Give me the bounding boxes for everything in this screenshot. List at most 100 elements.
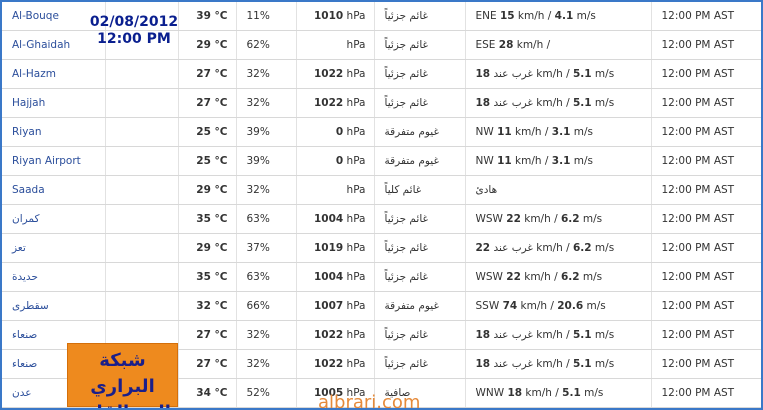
city-name[interactable]: حديدة xyxy=(2,262,106,292)
wind-kmh: 18 xyxy=(507,387,523,399)
condition: غائم جزئياً xyxy=(374,88,466,118)
observation-time: 12:00 PM AST xyxy=(651,291,761,321)
wind-ms: 5.1 xyxy=(572,68,592,80)
condition: غيوم متفرقة xyxy=(374,117,466,147)
condition: غائم جزئياً xyxy=(374,233,466,263)
humidity: 63% xyxy=(236,204,297,234)
table-row: Riyan 25 °C 39% 0 hPa غيوم متفرقة NW 11 km/h … xyxy=(2,117,761,147)
pressure: 1022 hPa xyxy=(296,59,375,89)
wind: NW 11 km/h / 3.1 m/s xyxy=(465,146,652,176)
humidity: 66% xyxy=(236,291,297,321)
pressure: 1022 hPa xyxy=(296,88,375,118)
wind-direction: NW xyxy=(475,155,494,167)
spacer-cell xyxy=(105,59,179,89)
wind-kmh: 11 xyxy=(497,126,512,138)
pressure: 0 hPa xyxy=(296,117,375,147)
pressure: 1022 hPa xyxy=(296,320,375,350)
observation-time: 12:00 PM AST xyxy=(651,320,761,350)
wind-kmh: 22 xyxy=(475,242,491,254)
humidity: 39% xyxy=(236,146,297,176)
observation-time: 12:00 PM AST xyxy=(651,59,761,89)
city-name[interactable]: كمران xyxy=(2,204,106,234)
stamp-time: 12:00 PM xyxy=(97,31,171,47)
city-name[interactable]: Riyan xyxy=(2,117,106,147)
temperature: 27 °C xyxy=(178,59,237,89)
wind-kmh: 11 xyxy=(497,155,512,167)
wind-direction: غرب عند xyxy=(493,358,533,370)
pressure: 1007 hPa xyxy=(296,291,375,321)
wind-kmh: 18 xyxy=(475,68,491,80)
wind-kmh: 22 xyxy=(506,271,521,283)
wind-direction: ENE xyxy=(475,10,497,22)
wind-direction: غرب عند xyxy=(493,329,533,341)
city-name[interactable]: سقطرى xyxy=(2,291,106,321)
pressure: hPa xyxy=(296,30,375,60)
wind: غرب عند 18 km/h / 5.1 m/s xyxy=(465,349,652,379)
table-row: Hajjah 27 °C 32% 1022 hPa غائم جزئياً غرب عند… xyxy=(2,88,761,118)
logo-line-2: المد القادم xyxy=(68,400,177,408)
wind-kmh: 74 xyxy=(502,300,518,312)
temperature: 29 °C xyxy=(178,175,237,205)
temperature: 35 °C xyxy=(178,204,237,234)
humidity: 32% xyxy=(236,88,297,118)
wind-direction: غرب عند xyxy=(493,242,533,254)
wind-ms: 20.6 xyxy=(557,300,584,312)
city-name[interactable]: Riyan Airport xyxy=(2,146,106,176)
condition: غائم جزئياً xyxy=(374,320,466,350)
temperature: 27 °C xyxy=(178,320,237,350)
observation-time: 12:00 PM AST xyxy=(651,30,761,60)
pressure: 1019 hPa xyxy=(296,233,375,263)
temperature: 27 °C xyxy=(178,349,237,379)
temperature: 35 °C xyxy=(178,262,237,292)
temperature: 34 °C xyxy=(178,378,237,408)
condition: غائم كلياً xyxy=(374,175,466,205)
wind-calm: هادئ xyxy=(475,184,498,196)
table-row: Al-Hazm 27 °C 32% 1022 hPa غائم جزئياً غرب عن… xyxy=(2,59,761,89)
condition: غائم جزئياً xyxy=(374,204,466,234)
table-row: كمران 35 °C 63% 1004 hPa غائم جزئياً WSW 22 k… xyxy=(2,204,761,234)
wind: غرب عند 18 km/h / 5.1 m/s xyxy=(465,320,652,350)
wind-ms: 5.1 xyxy=(572,358,592,370)
wind: NW 11 km/h / 3.1 m/s xyxy=(465,117,652,147)
condition: غائم جزئياً xyxy=(374,262,466,292)
condition: غائم جزئياً xyxy=(374,30,466,60)
spacer-cell xyxy=(105,146,179,176)
observation-time: 12:00 PM AST xyxy=(651,204,761,234)
humidity: 32% xyxy=(236,59,297,89)
humidity: 63% xyxy=(236,262,297,292)
pressure: 1004 hPa xyxy=(296,204,375,234)
condition: غيوم متفرقة xyxy=(374,146,466,176)
wind-direction: NW xyxy=(475,126,494,138)
observation-time: 12:00 PM AST xyxy=(651,146,761,176)
wind-direction: غرب عند xyxy=(493,97,533,109)
spacer-cell xyxy=(105,233,179,263)
city-name[interactable]: Saada xyxy=(2,175,106,205)
wind-ms: 6.2 xyxy=(572,242,592,254)
wind-direction: SSW xyxy=(475,300,500,312)
spacer-cell xyxy=(105,204,179,234)
temperature: 29 °C xyxy=(178,30,237,60)
wind-kmh: 18 xyxy=(475,329,491,341)
humidity: 32% xyxy=(236,175,297,205)
wind: WSW 22 km/h / 6.2 m/s xyxy=(465,204,652,234)
pressure: 1022 hPa xyxy=(296,349,375,379)
temperature: 32 °C xyxy=(178,291,237,321)
city-name[interactable]: Hajjah xyxy=(2,88,106,118)
wind-kmh: 28 xyxy=(498,39,514,51)
logo-line-1: شبكة البراري xyxy=(90,350,155,397)
spacer-cell xyxy=(105,117,179,147)
humidity: 32% xyxy=(236,320,297,350)
weather-table-frame: Al-Bouqe 39 °C 11% 1010 hPa غائم جزئياً ENE 1… xyxy=(0,0,763,410)
humidity: 62% xyxy=(236,30,297,60)
table-row: حديدة 35 °C 63% 1004 hPa غائم جزئياً WSW 22 k… xyxy=(2,262,761,292)
wind-kmh: 15 xyxy=(499,10,515,22)
pressure: 0 hPa xyxy=(296,146,375,176)
wind-kmh: 18 xyxy=(475,97,491,109)
wind-kmh: 22 xyxy=(506,213,521,225)
observation-time: 12:00 PM AST xyxy=(651,262,761,292)
humidity: 32% xyxy=(236,349,297,379)
humidity: 11% xyxy=(236,2,297,31)
city-name[interactable]: تعز xyxy=(2,233,106,263)
city-name[interactable]: Al-Hazm xyxy=(2,59,106,89)
spacer-cell xyxy=(105,88,179,118)
